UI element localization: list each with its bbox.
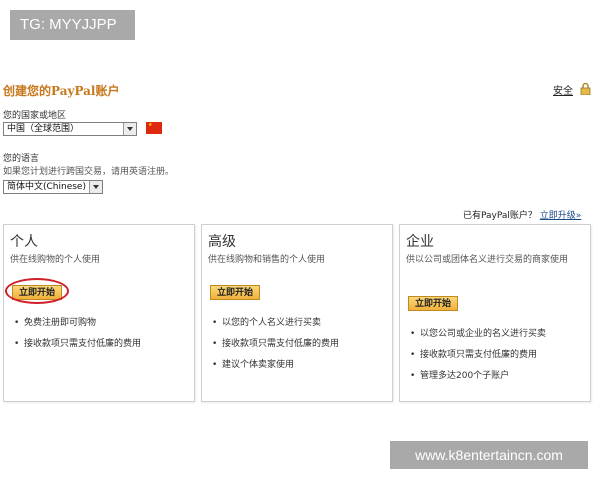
start-button-business[interactable]: 立即开始: [408, 296, 459, 311]
feature-item: 以您公司或企业的名义进行买卖: [408, 329, 586, 340]
china-flag-icon: ★: [146, 122, 162, 134]
language-label: 您的语言: [3, 154, 40, 164]
language-hint: 如果您计划进行跨国交易，请用英语注册。: [3, 167, 175, 177]
account-description: 供在线购物的个人使用: [10, 255, 101, 265]
feature-item: 接收款项只需支付低廉的费用: [12, 339, 190, 350]
tag-overlay: TG: MYYJJPP: [10, 10, 135, 40]
upgrade-link[interactable]: 立即升级»: [540, 211, 582, 221]
language-select-value: 简体中文(Chinese): [7, 182, 86, 192]
feature-list: 免费注册即可购物 接收款项只需支付低廉的费用: [12, 318, 190, 360]
upgrade-prompt: 已有PayPal账户？: [463, 211, 537, 221]
account-panel-personal: 个人 供在线购物的个人使用 立即开始 免费注册即可购物 接收款项只需支付低廉的费…: [3, 224, 195, 402]
feature-list: 以您的个人名义进行买卖 接收款项只需支付低廉的费用 建议个体卖家使用: [210, 318, 388, 381]
feature-item: 接收款项只需支付低廉的费用: [408, 350, 586, 361]
chevron-down-icon[interactable]: [123, 123, 136, 135]
account-panel-business: 企业 供以公司或团体名义进行交易的商家使用 立即开始 以您公司或企业的名义进行买…: [399, 224, 591, 402]
chevron-down-icon[interactable]: [89, 181, 102, 193]
feature-item: 管理多达200个子账户: [408, 371, 586, 382]
account-description: 供以公司或团体名义进行交易的商家使用: [406, 255, 569, 265]
feature-list: 以您公司或企业的名义进行买卖 接收款项只需支付低廉的费用 管理多达200个子账户: [408, 329, 586, 392]
start-button-premier[interactable]: 立即开始: [210, 285, 261, 300]
feature-item: 接收款项只需支付低廉的费用: [210, 339, 388, 350]
page-title: 创建您的PayPal账户: [3, 84, 120, 98]
country-label: 您的国家或地区: [3, 111, 67, 121]
lock-icon: [580, 82, 591, 95]
account-title: 企业: [406, 234, 434, 250]
feature-item: 免费注册即可购物: [12, 318, 190, 329]
highlight-ring-annotation: [5, 278, 69, 304]
language-select[interactable]: 简体中文(Chinese): [3, 180, 103, 194]
account-panel-premier: 高级 供在线购物和销售的个人使用 立即开始 以您的个人名义进行买卖 接收款项只需…: [201, 224, 393, 402]
country-select-value: 中国（全球范围）: [7, 124, 80, 134]
feature-item: 建议个体卖家使用: [210, 360, 388, 371]
security-link[interactable]: 安全: [553, 82, 573, 97]
account-description: 供在线购物和销售的个人使用: [208, 255, 326, 265]
watermark-overlay: www.k8entertaincn.com: [390, 441, 588, 469]
country-select[interactable]: 中国（全球范围）: [3, 122, 137, 136]
upgrade-row: 已有PayPal账户？ 立即升级»: [463, 208, 581, 221]
account-title: 个人: [10, 234, 38, 250]
feature-item: 以您的个人名义进行买卖: [210, 318, 388, 329]
account-title: 高级: [208, 234, 236, 250]
